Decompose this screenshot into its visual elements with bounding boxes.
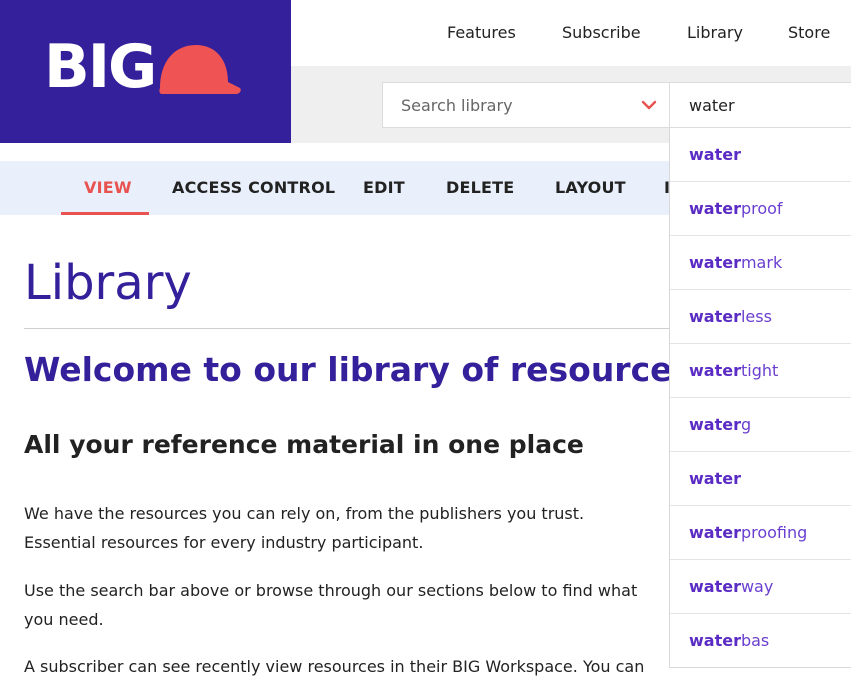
nav-store[interactable]: Store xyxy=(788,23,830,42)
intro-line-1: We have the resources you can rely on, f… xyxy=(24,504,585,523)
suggestion-item[interactable]: waterproofing xyxy=(670,506,851,560)
search-help-line-2: you need. xyxy=(24,610,104,629)
search-library-select[interactable]: Search library xyxy=(382,82,670,128)
nav-features[interactable]: Features xyxy=(447,23,516,42)
suggestion-item[interactable]: waterproof xyxy=(670,182,851,236)
suggestion-item[interactable]: waterway xyxy=(670,560,851,614)
tab-view[interactable]: VIEW xyxy=(84,178,132,197)
hard-hat-icon xyxy=(159,45,241,94)
search-select-placeholder: Search library xyxy=(401,96,513,115)
suggestion-item[interactable]: waterless xyxy=(670,290,851,344)
chevron-down-icon[interactable] xyxy=(641,97,657,113)
nav-subscribe[interactable]: Subscribe xyxy=(562,23,641,42)
intro-line-2: Essential resources for every industry p… xyxy=(24,533,424,552)
page-title: Library xyxy=(24,255,192,311)
search-input-box[interactable] xyxy=(669,82,851,128)
tab-edit[interactable]: EDIT xyxy=(363,178,405,197)
intro-paragraph: We have the resources you can rely on, f… xyxy=(24,499,584,557)
search-help-line-1: Use the search bar above or browse throu… xyxy=(24,581,638,600)
workspace-line-1: A subscriber can see recently view resou… xyxy=(24,657,645,676)
search-help-paragraph: Use the search bar above or browse throu… xyxy=(24,576,637,634)
suggestion-item[interactable]: watermark xyxy=(670,236,851,290)
nav-library[interactable]: Library xyxy=(687,23,743,42)
title-divider xyxy=(24,328,674,329)
suggestion-item[interactable]: watertight xyxy=(670,344,851,398)
autocomplete-dropdown: water waterproof watermark waterless wat… xyxy=(669,128,851,668)
tab-layout[interactable]: LAYOUT xyxy=(555,178,626,197)
suggestion-item[interactable]: water xyxy=(670,452,851,506)
logo-text: BIG xyxy=(44,32,157,102)
active-tab-indicator xyxy=(61,212,149,215)
workspace-paragraph: A subscriber can see recently view resou… xyxy=(24,652,644,681)
search-input[interactable] xyxy=(670,83,851,127)
suggestion-item[interactable]: waterbas xyxy=(670,614,851,668)
subheading: All your reference material in one place xyxy=(24,430,584,459)
logo[interactable]: BIG xyxy=(0,0,291,143)
top-nav: Features Subscribe Library Store xyxy=(291,0,851,66)
tab-delete[interactable]: DELETE xyxy=(446,178,514,197)
suggestion-item[interactable]: waterg xyxy=(670,398,851,452)
suggestion-item[interactable]: water xyxy=(670,128,851,182)
tab-access-control[interactable]: ACCESS CONTROL xyxy=(172,178,335,197)
